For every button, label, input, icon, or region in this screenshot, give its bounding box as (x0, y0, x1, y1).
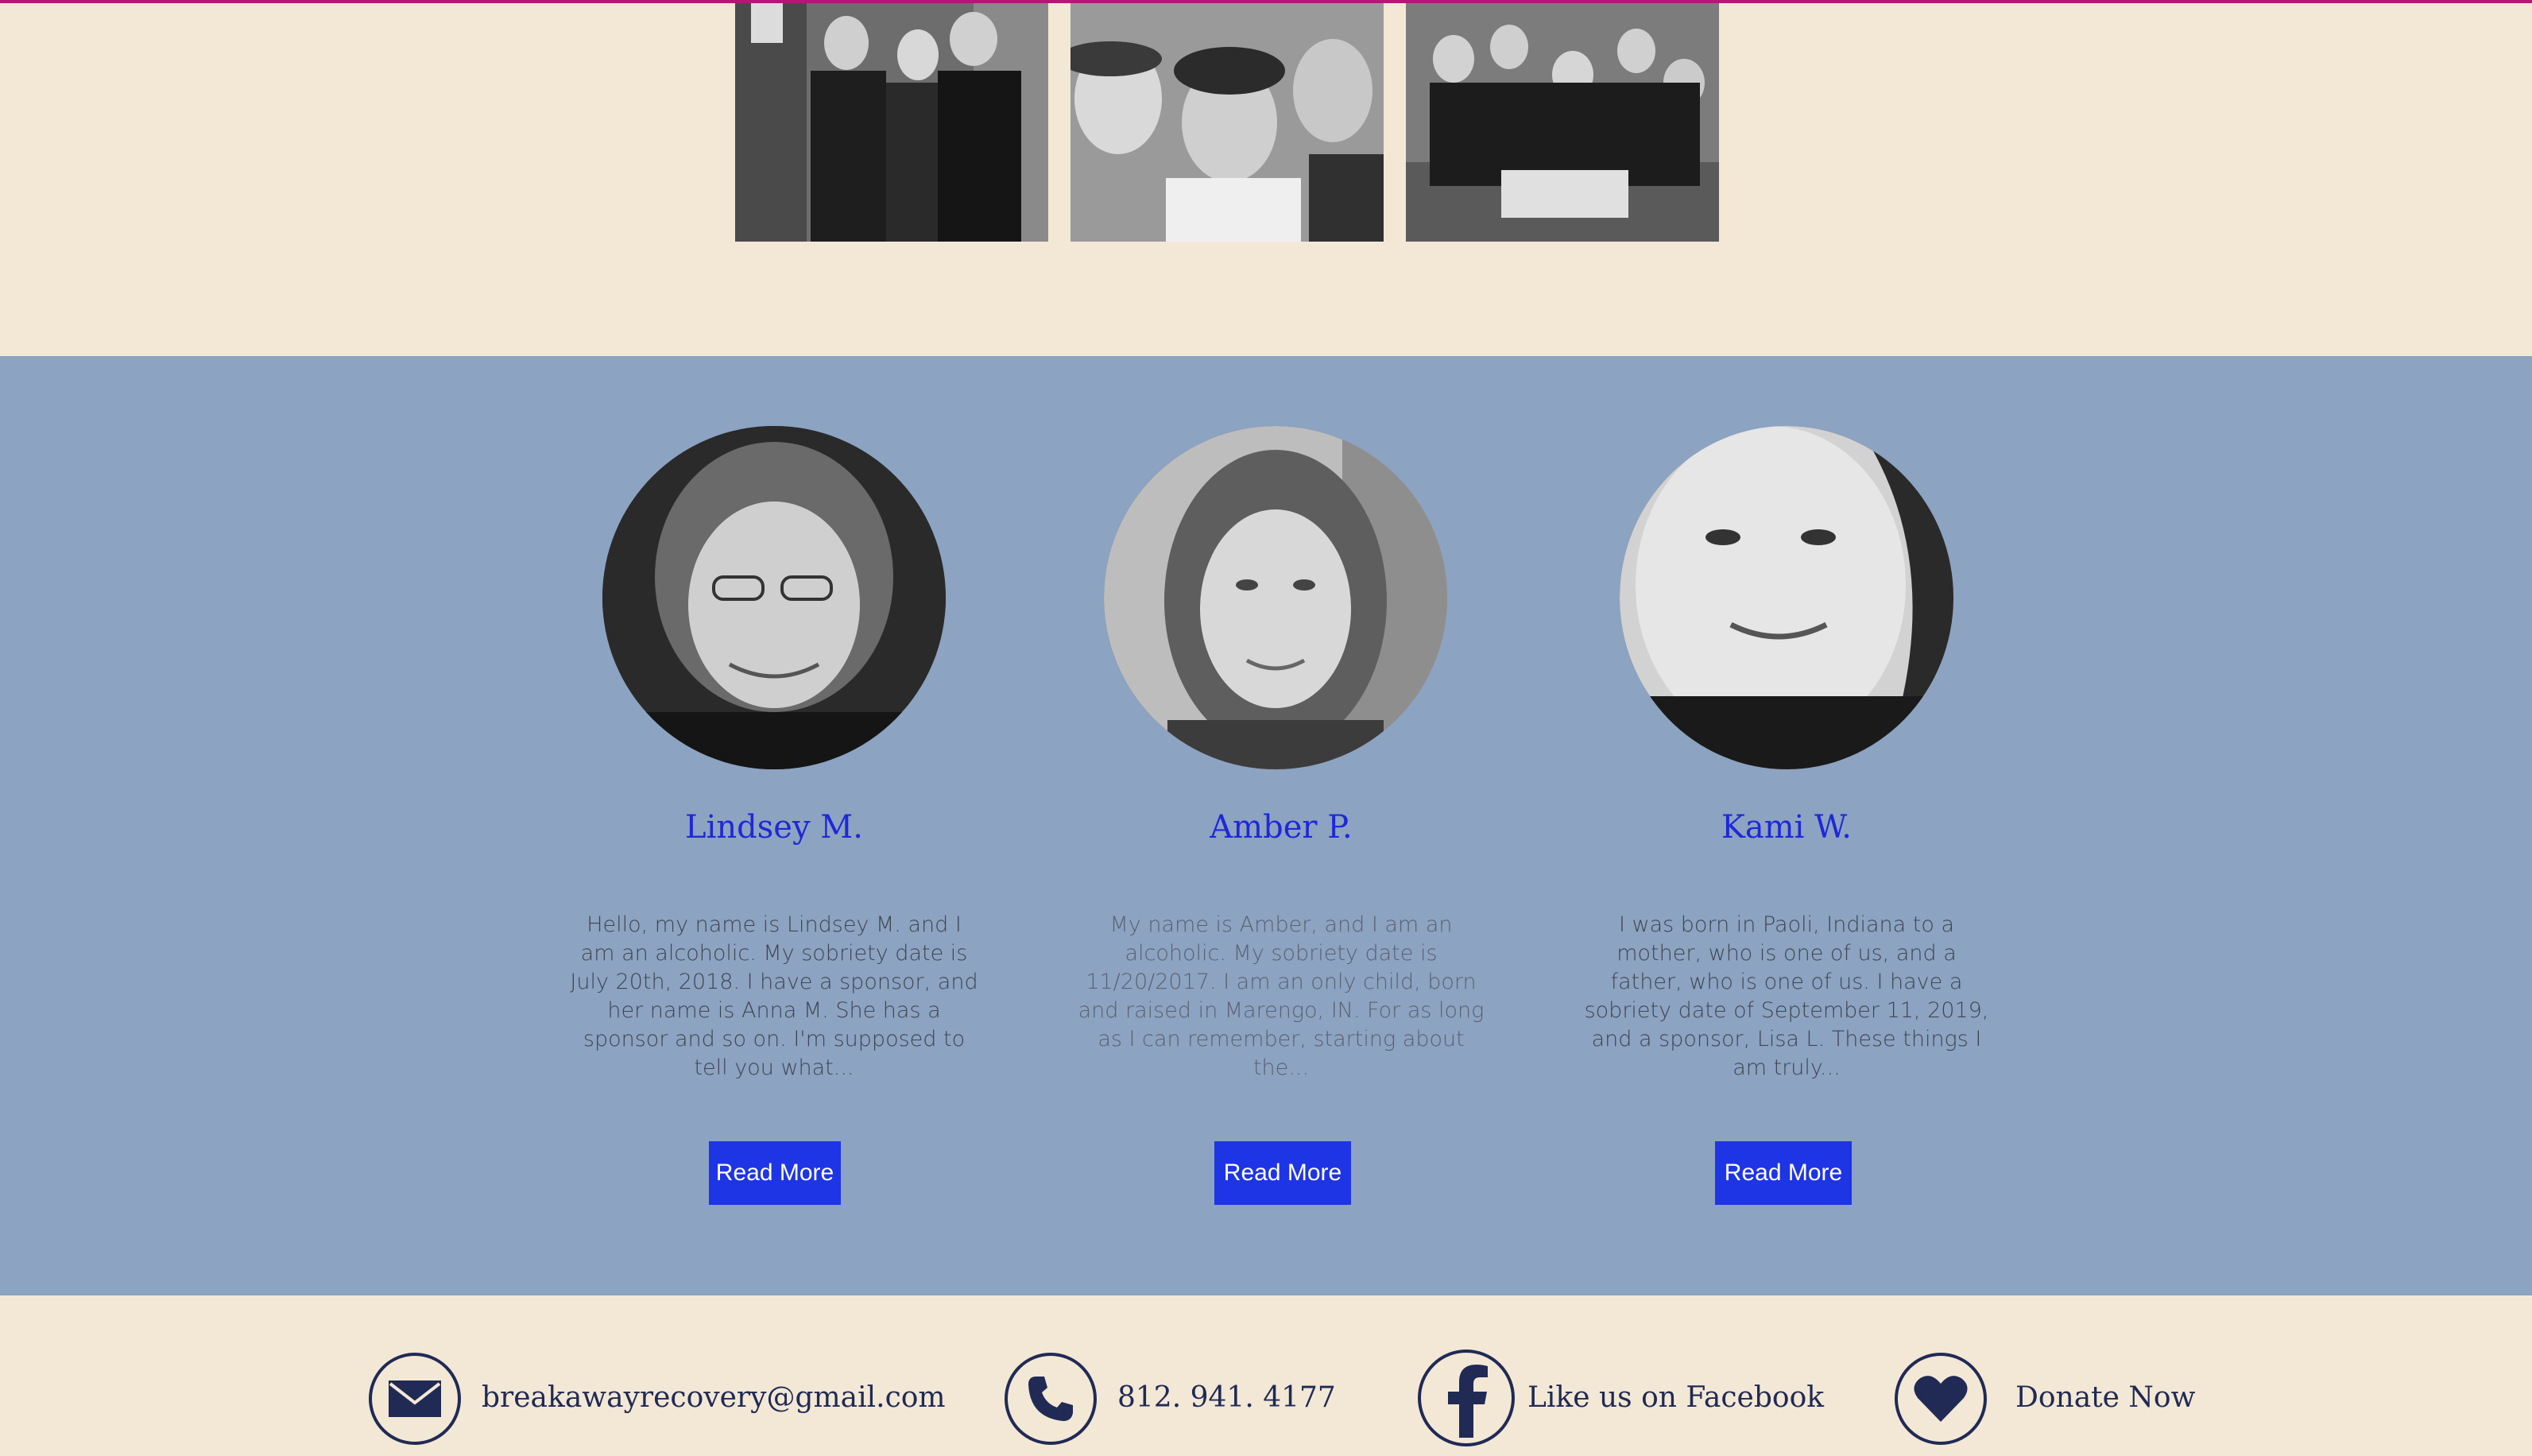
member-name: Lindsey M. (685, 809, 863, 846)
member-excerpt: My name is Amber, and I am an alcoholic.… (1078, 912, 1485, 1080)
phone-link[interactable]: 812. 941. 4177 (1117, 1381, 1336, 1414)
member-name: Amber P. (1210, 809, 1353, 846)
email-link[interactable]: breakawayrecovery@gmail.com (482, 1381, 946, 1414)
phone-icon[interactable] (1005, 1353, 1097, 1445)
member-photo-lindsey (602, 426, 946, 769)
group-photo-3 (1406, 3, 1719, 242)
group-photo-2 (1070, 3, 1384, 242)
read-more-button-kami[interactable]: Read More (1715, 1141, 1852, 1205)
facebook-icon[interactable] (1418, 1350, 1515, 1446)
mail-icon[interactable] (369, 1353, 461, 1445)
read-more-button-amber[interactable]: Read More (1214, 1141, 1351, 1205)
donate-link[interactable]: Donate Now (2015, 1381, 2195, 1414)
read-more-button-lindsey[interactable]: Read More (709, 1141, 841, 1205)
group-photo-1 (735, 3, 1048, 242)
heart-icon[interactable] (1895, 1353, 1987, 1445)
member-excerpt: I was born in Paoli, Indiana to a mother… (1584, 912, 1989, 1080)
member-excerpt: Hello, my name is Lindsey M. and I am an… (570, 912, 978, 1080)
member-photo-kami (1620, 426, 1953, 769)
member-photo-amber (1104, 426, 1447, 769)
facebook-link[interactable]: Like us on Facebook (1527, 1381, 1824, 1414)
member-name: Kami W. (1721, 809, 1852, 846)
